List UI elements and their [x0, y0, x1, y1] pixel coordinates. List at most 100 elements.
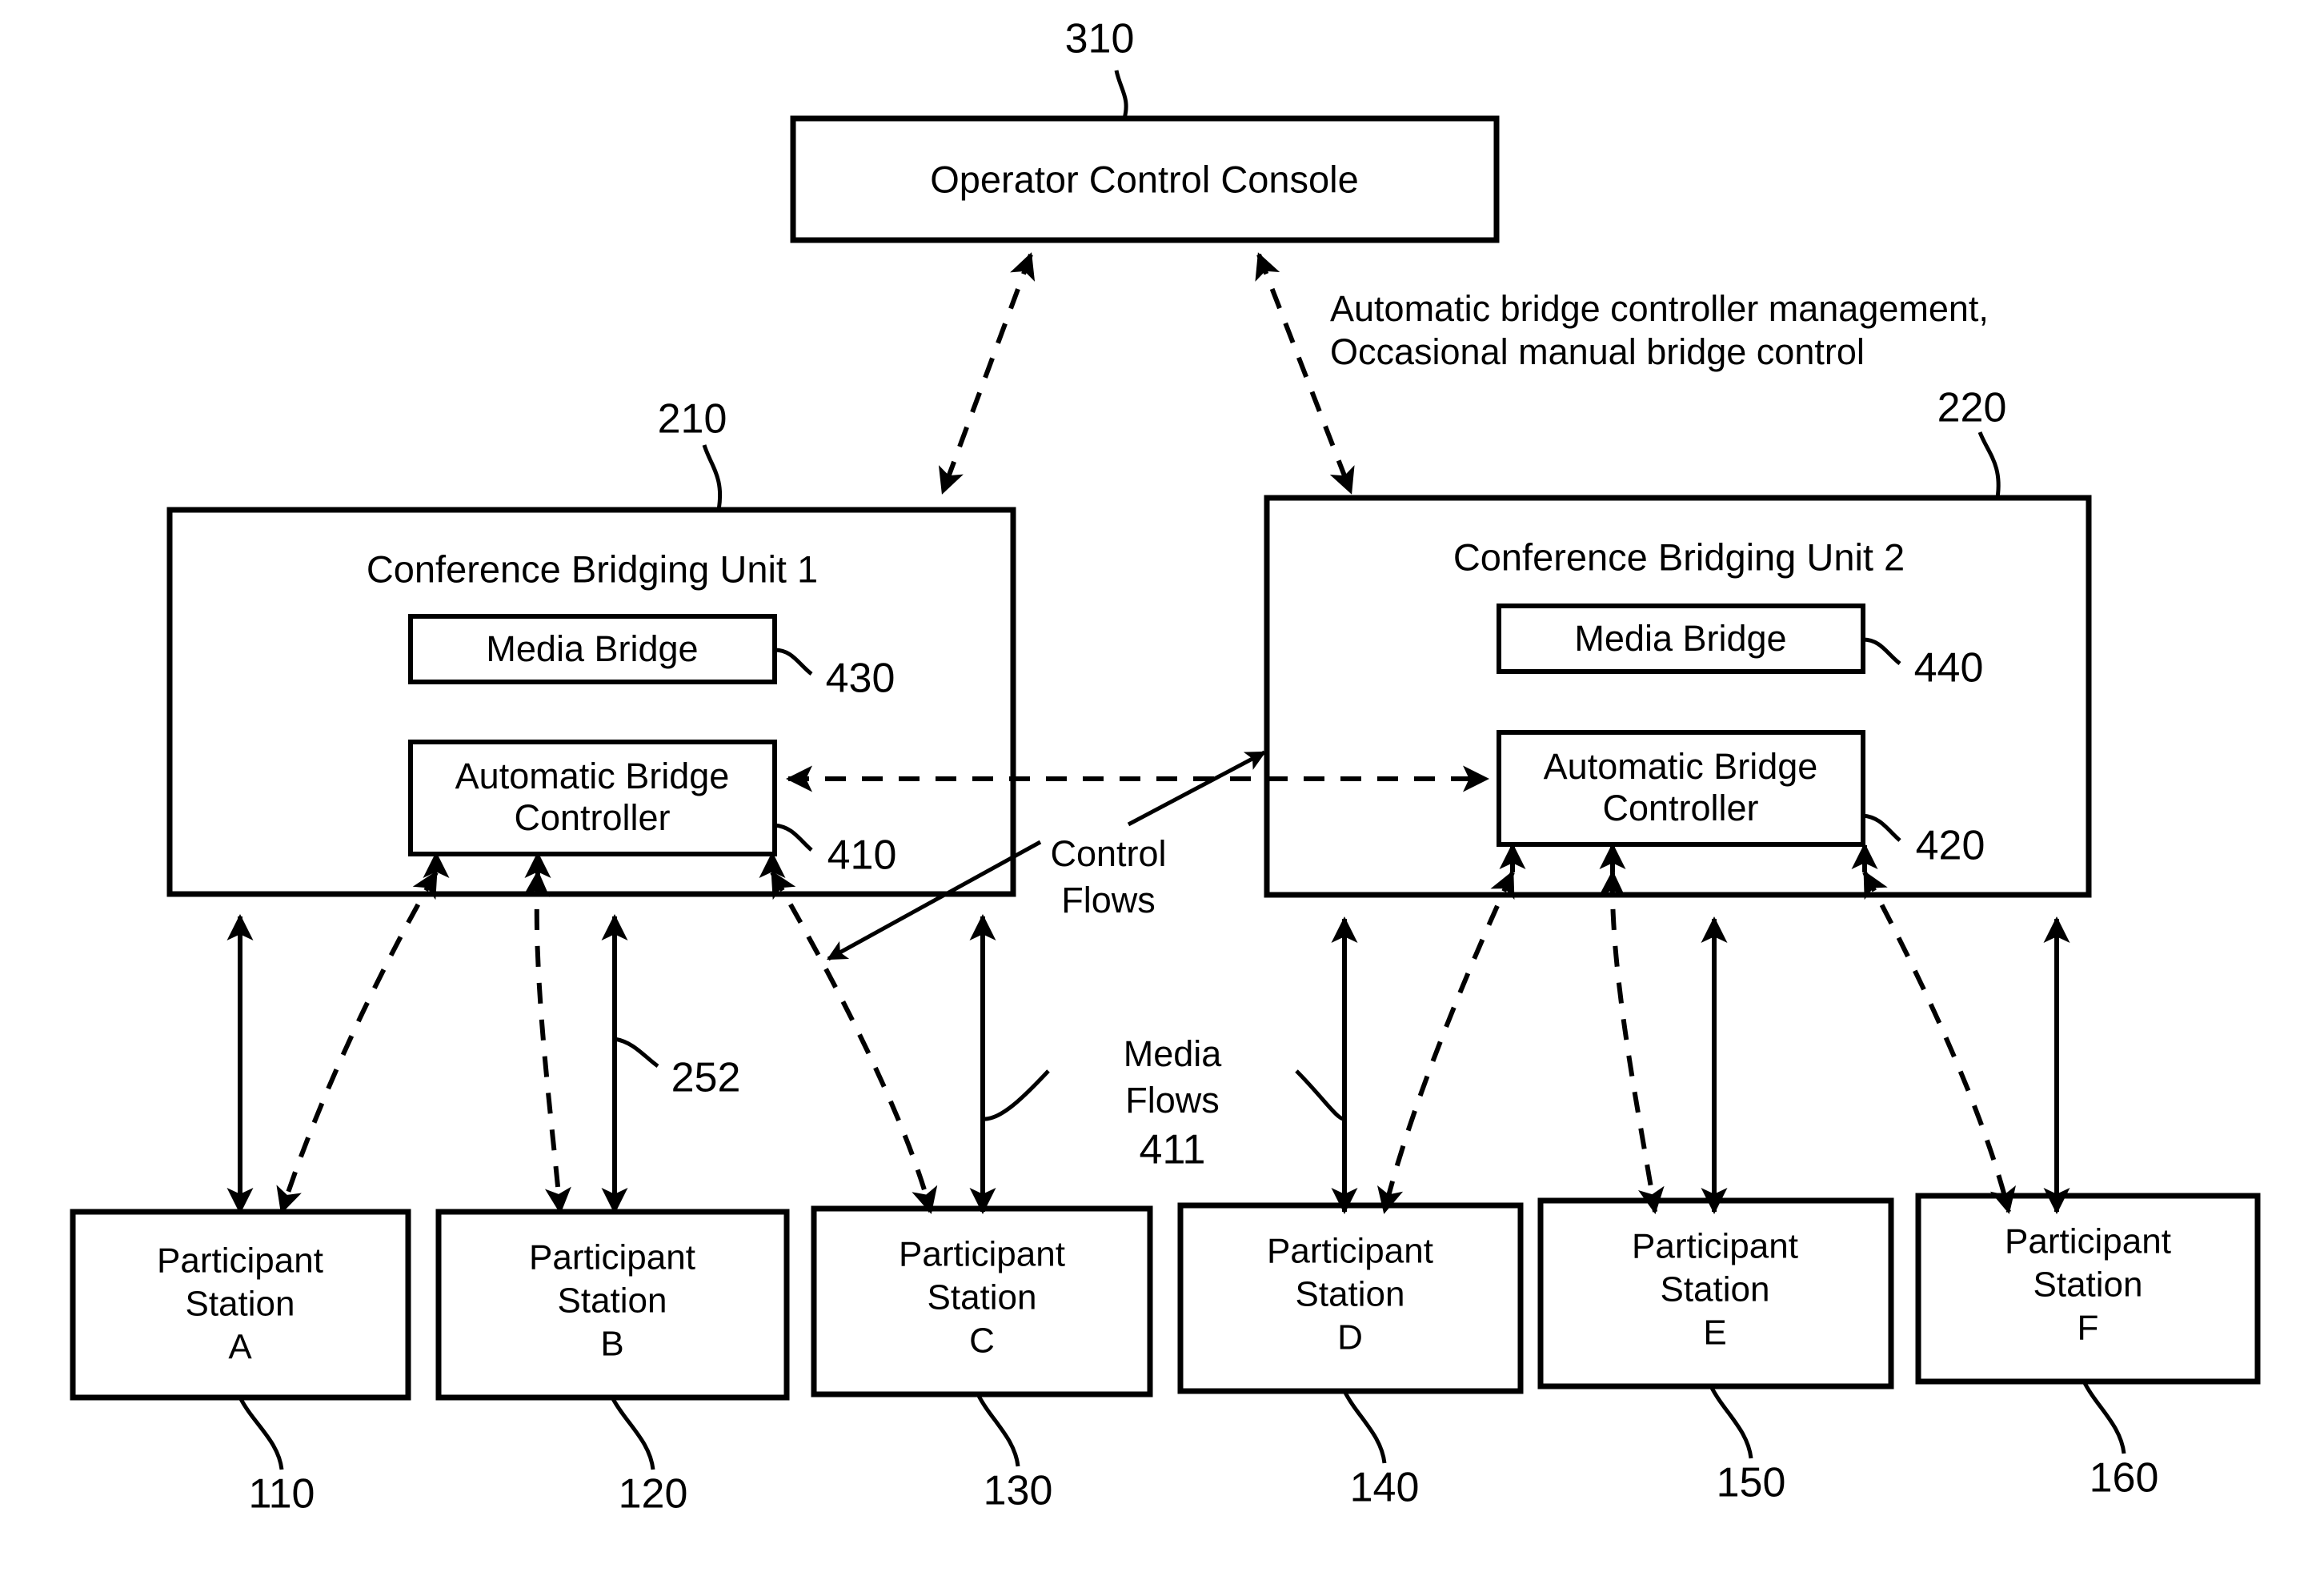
participant-station-f-line1: Participant	[2005, 1222, 2171, 1261]
ref-430-label: 430	[826, 656, 896, 702]
ref-120-leader	[610, 1396, 655, 1470]
link-cbu2-station-d	[1331, 870, 1515, 1214]
participant-station-b-letter: B	[600, 1325, 623, 1364]
ref-140-label: 140	[1350, 1465, 1420, 1511]
cbu1-abc-line2: Controller	[514, 797, 670, 838]
participant-station-a-line1: Participant	[157, 1241, 323, 1281]
participant-station-f[interactable]: Participant Station F	[1915, 1193, 2261, 1385]
console-annotation: Automatic bridge controller management, …	[1330, 288, 1989, 372]
participant-station-a-letter: A	[228, 1328, 252, 1367]
ref-252-callout: 252	[614, 1037, 741, 1101]
media-flows-line1: Media	[1124, 1033, 1223, 1074]
ref-160-leader	[2082, 1380, 2126, 1454]
ref-210-label: 210	[658, 396, 727, 443]
ref-410-leader	[774, 823, 813, 852]
abc1-inbound-arrow-stubs	[423, 852, 786, 878]
control-flow-abc2-e	[1598, 870, 1665, 1214]
annotation-line-2: Occasional manual bridge control	[1330, 331, 1865, 372]
ref-310-callout: 310	[1065, 16, 1135, 119]
console-to-cbu1-link	[938, 252, 1036, 495]
cbu1-abc-line1: Automatic Bridge	[455, 756, 730, 796]
ref-160-label: 160	[2090, 1455, 2159, 1502]
cbu2-title: Conference Bridging Unit 2	[1453, 535, 1905, 578]
cbu2-abc-line1: Automatic Bridge	[1544, 746, 1818, 787]
participant-station-c-letter: C	[969, 1321, 995, 1361]
ref-120-callout: 120	[610, 1396, 688, 1518]
abc2-inbound-arrow-stubs	[1499, 843, 1878, 872]
control-flows-line1: Control	[1050, 833, 1166, 874]
control-flow-abc2-d	[1377, 870, 1515, 1214]
participant-station-d-line1: Participant	[1267, 1232, 1433, 1271]
participant-station-a[interactable]: Participant Station A	[70, 1209, 411, 1401]
operator-control-console[interactable]: Operator Control Console	[790, 115, 1500, 243]
ref-210-leader	[702, 444, 723, 511]
media-flows-callout: Media Flows 411	[982, 1033, 1345, 1173]
diagram-canvas: Operator Control Console 310 Automatic b…	[70, 16, 2261, 1518]
control-flows-line2: Flows	[1061, 880, 1156, 920]
participant-station-f-letter: F	[2078, 1309, 2099, 1348]
ref-130-leader	[976, 1393, 1020, 1467]
participant-station-b[interactable]: Participant Station B	[435, 1209, 790, 1401]
control-flow-abc2-f	[1862, 870, 2016, 1214]
participant-station-c[interactable]: Participant Station C	[811, 1205, 1153, 1398]
ref-410-label: 410	[827, 832, 897, 879]
cbu1-media-bridge-label: Media Bridge	[486, 628, 698, 669]
ref-150-leader	[1709, 1385, 1753, 1459]
ref-110-leader	[238, 1396, 284, 1470]
participant-station-c-line1: Participant	[899, 1235, 1065, 1274]
cbu2-media-bridge-label: Media Bridge	[1574, 618, 1786, 659]
operator-control-console-label: Operator Control Console	[930, 158, 1359, 200]
participant-station-c-line2: Station	[928, 1278, 1037, 1317]
media-flows-leader-left	[982, 1069, 1050, 1121]
participant-station-e[interactable]: Participant Station E	[1537, 1197, 1894, 1389]
ref-430-leader	[774, 648, 813, 676]
ref-420-leader	[1862, 813, 1901, 842]
link-cbu1-station-c	[770, 870, 996, 1214]
control-flow-abc1-c	[770, 870, 938, 1214]
ref-130-callout: 130	[976, 1393, 1052, 1514]
ref-150-callout: 150	[1709, 1385, 1786, 1506]
ref-110-label: 110	[249, 1471, 315, 1518]
ref-440-leader	[1862, 637, 1901, 665]
ref-150-label: 150	[1717, 1460, 1786, 1506]
participant-station-e-line1: Participant	[1632, 1227, 1798, 1266]
control-flow-abc1-b	[523, 870, 571, 1214]
media-flows-ref-411: 411	[1140, 1127, 1206, 1173]
ref-120-label: 120	[619, 1471, 688, 1518]
participant-station-b-line1: Participant	[529, 1238, 695, 1277]
ref-420-label: 420	[1916, 823, 1985, 869]
ref-160-callout: 160	[2082, 1380, 2159, 1502]
ref-252-leader	[614, 1037, 659, 1069]
ref-252-label: 252	[671, 1055, 741, 1101]
ref-310-label: 310	[1065, 16, 1135, 62]
link-cbu1-station-b	[523, 870, 628, 1214]
cbu2-abc-line2: Controller	[1602, 788, 1758, 828]
participant-station-f-line2: Station	[2034, 1265, 2143, 1305]
participant-station-b-line2: Station	[558, 1281, 667, 1321]
media-flows-line2: Flows	[1125, 1080, 1220, 1121]
conference-bridging-unit-1[interactable]: Conference Bridging Unit 1 Media Bridge …	[166, 507, 1016, 897]
ref-440-label: 440	[1914, 645, 1984, 692]
ref-210-callout: 210	[658, 396, 727, 511]
ref-220-leader	[1977, 431, 2001, 499]
ref-220-callout: 220	[1937, 385, 2007, 499]
cbu1-title: Conference Bridging Unit 1	[367, 547, 818, 590]
ref-110-callout: 110	[238, 1396, 315, 1518]
participant-station-d-line2: Station	[1296, 1275, 1405, 1314]
ref-140-leader	[1342, 1389, 1387, 1464]
conference-bridging-unit-2[interactable]: Conference Bridging Unit 2 Media Bridge …	[1264, 495, 2092, 898]
participant-station-d-letter: D	[1337, 1318, 1363, 1357]
media-flows-leader-right	[1295, 1069, 1345, 1121]
link-cbu2-station-e	[1598, 870, 1728, 1214]
participant-station-e-letter: E	[1703, 1313, 1726, 1353]
ref-140-callout: 140	[1342, 1389, 1420, 1511]
control-flows-leader-right	[1127, 750, 1267, 827]
control-flow-abc1-a	[276, 870, 439, 1214]
link-cbu2-station-f	[1862, 870, 2070, 1214]
participant-station-a-line2: Station	[186, 1285, 295, 1324]
ref-310-leader	[1114, 70, 1128, 119]
link-cbu1-station-a	[226, 870, 439, 1214]
participant-station-d[interactable]: Participant Station D	[1177, 1202, 1524, 1394]
ref-220-label: 220	[1937, 385, 2007, 431]
participant-station-e-line2: Station	[1661, 1270, 1770, 1309]
